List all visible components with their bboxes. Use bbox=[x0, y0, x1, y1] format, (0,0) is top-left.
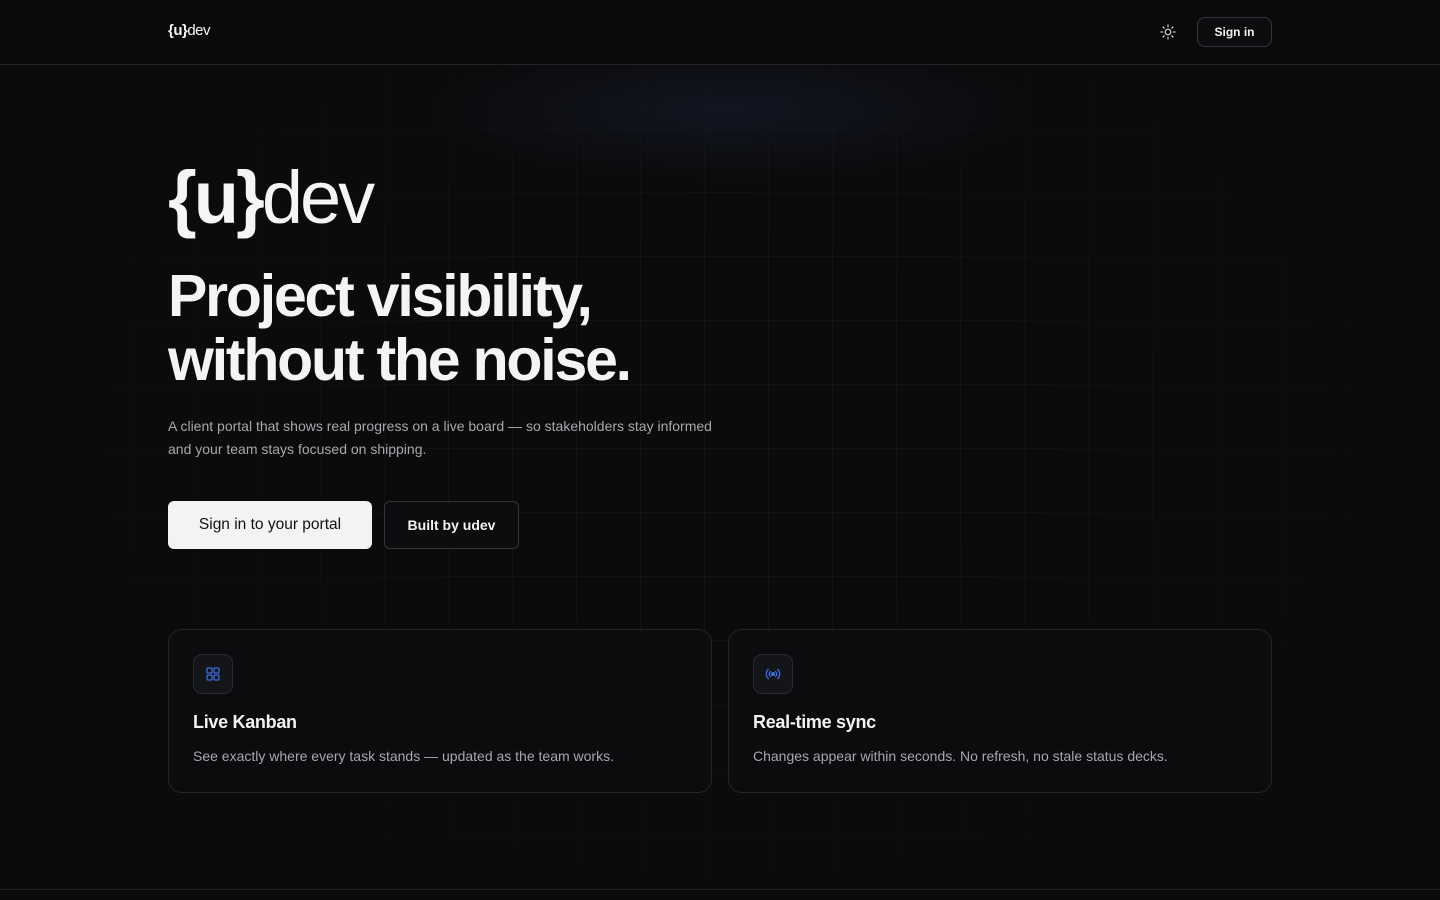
feature-icon-box bbox=[193, 654, 233, 694]
subtitle-line-2: and your team stays focused on shipping. bbox=[168, 441, 427, 457]
top-nav: {u}dev Sign in bbox=[0, 0, 1440, 65]
nav-logo-dev: dev bbox=[187, 22, 211, 39]
feature-description: Changes appear within seconds. No refres… bbox=[753, 748, 1168, 764]
nav-logo-brace: {u} bbox=[168, 22, 188, 39]
grid-icon bbox=[206, 667, 220, 681]
hero-subtitle: A client portal that shows real progress… bbox=[168, 415, 748, 461]
feature-card-live-kanban: Live Kanban See exactly where every task… bbox=[168, 629, 712, 793]
headline-line-2: without the noise. bbox=[168, 327, 632, 393]
hero-logo-dev: dev bbox=[261, 156, 375, 239]
footer-divider bbox=[0, 889, 1440, 890]
nav-signin-button[interactable]: Sign in bbox=[1197, 17, 1272, 47]
theme-toggle-button[interactable] bbox=[1156, 20, 1180, 44]
broadcast-icon bbox=[765, 668, 781, 680]
feature-card-real-time-sync: Real-time sync Changes appear within sec… bbox=[728, 629, 1272, 793]
subtitle-line-1: A client portal that shows real progress… bbox=[168, 418, 712, 434]
feature-title: Real-time sync bbox=[753, 712, 876, 732]
nav-logo[interactable]: {u}dev bbox=[168, 22, 211, 39]
hero-headline: Project visibility, without the noise. bbox=[168, 264, 868, 392]
headline-line-1: Project visibility, bbox=[168, 263, 593, 329]
feature-icon-box bbox=[753, 654, 793, 694]
sun-icon bbox=[1160, 24, 1176, 40]
hero-logo-brace: {u} bbox=[168, 156, 265, 239]
hero-logo: {u}dev bbox=[168, 156, 375, 239]
feature-title: Live Kanban bbox=[193, 712, 297, 732]
built-by-udev-button[interactable]: Built by udev bbox=[384, 501, 519, 549]
feature-description: See exactly where every task stands — up… bbox=[193, 748, 614, 764]
signin-portal-button[interactable]: Sign in to your portal bbox=[168, 501, 372, 549]
